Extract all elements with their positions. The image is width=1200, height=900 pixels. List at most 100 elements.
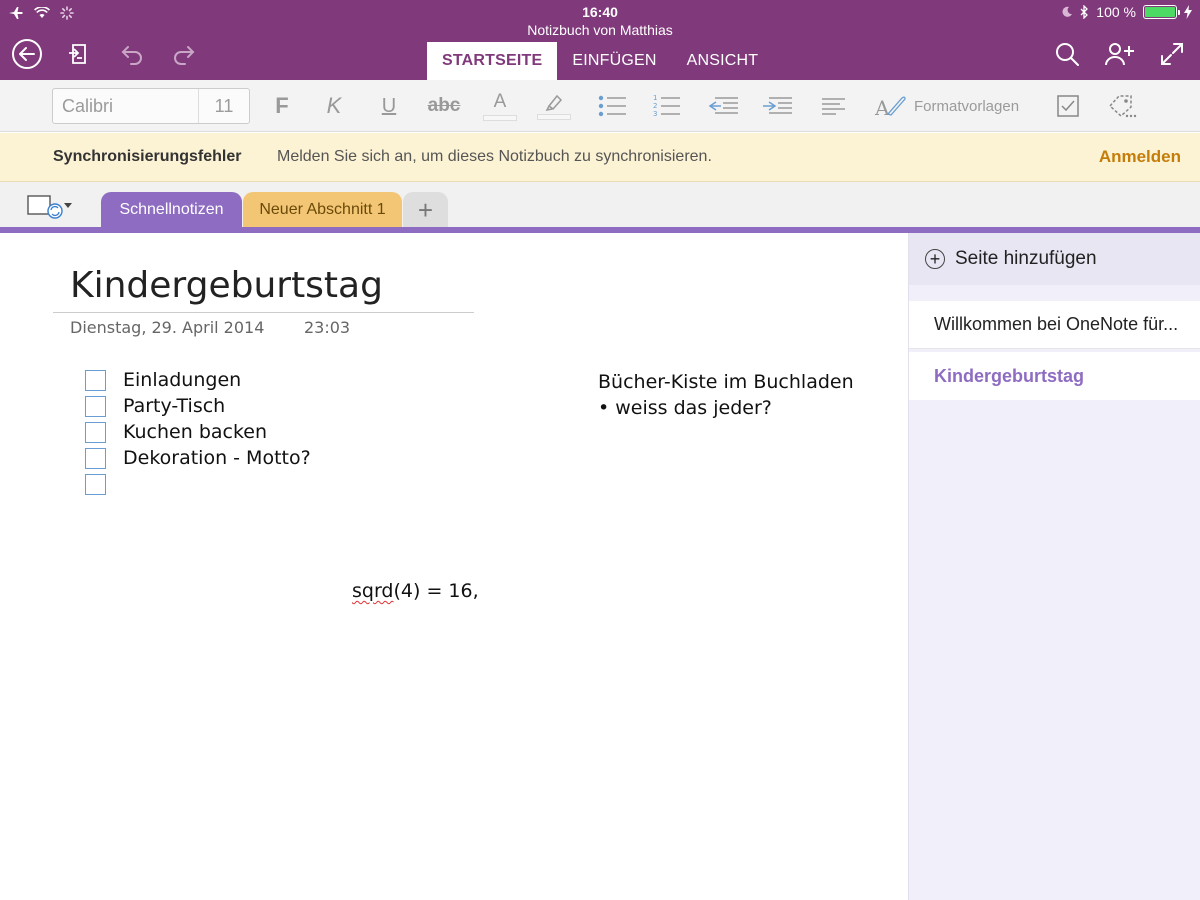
back-arrow-icon	[12, 39, 42, 69]
moon-icon	[1062, 6, 1073, 17]
title-divider	[53, 312, 474, 313]
page-time: 23:03	[304, 318, 351, 337]
redo-icon	[174, 46, 195, 65]
todo-label[interactable]: Einladungen	[123, 369, 241, 391]
add-page-button[interactable]: + Seite hinzufügen	[909, 233, 1200, 285]
highlight-swatch	[537, 114, 571, 120]
todo-item: Party-Tisch	[85, 393, 311, 419]
notebook-sync-icon	[27, 195, 72, 219]
misspelled-word[interactable]: sqrd	[352, 580, 394, 602]
section-tab-schnellnotizen[interactable]: Schnellnotizen	[101, 192, 242, 228]
note-page-canvas[interactable]: Kindergeburtstag Dienstag, 29. April 201…	[0, 233, 908, 900]
tag-icon	[1108, 95, 1137, 118]
bold-button[interactable]: F	[266, 88, 298, 124]
formatting-toolbar: Calibri 11 F K U abc A 123 A Formatvorla…	[0, 80, 1200, 132]
redo-button[interactable]	[166, 36, 202, 72]
ribbon-tabs: STARTSEITE EINFÜGEN ANSICHT	[427, 42, 773, 80]
note-line: Bücher-Kiste im Buchladen	[598, 371, 854, 393]
title-bar: 16:40 Notizbuch von Matthias 100 % START…	[0, 0, 1200, 80]
add-section-button[interactable]: +	[403, 192, 448, 228]
page-date: Dienstag, 29. April 2014	[70, 318, 265, 337]
todo-label[interactable]: Party-Tisch	[123, 395, 225, 417]
decrease-indent-button[interactable]	[706, 88, 740, 124]
underline-button[interactable]: U	[373, 88, 405, 124]
todo-item	[85, 471, 311, 497]
todo-checkbox[interactable]	[85, 369, 106, 391]
tags-button[interactable]	[1105, 88, 1139, 124]
search-icon	[1056, 43, 1079, 66]
battery-percentage: 100 %	[1096, 4, 1136, 20]
back-button[interactable]	[9, 36, 45, 72]
bluetooth-icon	[1080, 5, 1089, 19]
increase-indent-button[interactable]	[760, 88, 794, 124]
styles-label: Formatvorlagen	[914, 97, 1020, 115]
undo-icon	[121, 46, 142, 65]
font-color-letter: A	[493, 90, 507, 112]
search-button[interactable]	[1049, 36, 1085, 72]
expand-icon	[1161, 43, 1183, 65]
battery-icon	[1143, 5, 1180, 19]
page-title[interactable]: Kindergeburtstag	[70, 265, 383, 306]
todo-checkbox[interactable]	[85, 447, 106, 469]
onenote-window: 16:40 Notizbuch von Matthias 100 % START…	[0, 0, 1200, 900]
undo-button[interactable]	[114, 36, 150, 72]
sync-error-title: Synchronisierungsfehler	[53, 148, 242, 165]
todo-item: Einladungen	[85, 367, 311, 393]
sign-in-link[interactable]: Anmelden	[1099, 147, 1181, 167]
highlighter-icon	[545, 94, 563, 112]
sync-page-icon	[69, 44, 86, 64]
font-size-field[interactable]: 11	[199, 89, 249, 123]
battery-fill	[1145, 7, 1175, 17]
styles-button[interactable]: A Formatvorlagen	[874, 88, 1034, 124]
page-list-item-selected[interactable]: Kindergeburtstag	[909, 352, 1200, 400]
todo-item: Dekoration - Motto?	[85, 445, 311, 471]
highlight-button[interactable]	[536, 88, 572, 124]
font-picker[interactable]: Calibri 11	[52, 88, 250, 124]
indent-icon	[763, 97, 792, 114]
todo-checkbox[interactable]	[85, 421, 106, 443]
status-icons-right: 100 %	[1061, 3, 1192, 21]
bullet-list-button[interactable]	[596, 88, 628, 124]
paragraph-align-button[interactable]	[818, 88, 848, 124]
share-button[interactable]	[1101, 36, 1137, 72]
tab-einfuegen[interactable]: EINFÜGEN	[557, 42, 671, 80]
add-circle-icon: +	[925, 249, 945, 269]
fullscreen-button[interactable]	[1154, 36, 1190, 72]
outdent-icon	[708, 97, 738, 114]
add-page-label: Seite hinzufügen	[955, 248, 1097, 269]
todo-checkbox[interactable]	[85, 395, 106, 417]
todo-label[interactable]: Dekoration - Motto?	[123, 447, 311, 469]
notebook-switcher-button[interactable]	[26, 194, 78, 222]
font-name-field[interactable]: Calibri	[53, 89, 199, 123]
sync-error-banner: Synchronisierungsfehler Melden Sie sich …	[0, 133, 1200, 182]
page-list-pane: + Seite hinzufügen Willkommen bei OneNot…	[908, 233, 1200, 900]
sync-error-message: Melden Sie sich an, um dieses Notizbuch …	[277, 148, 712, 165]
todo-label[interactable]: Kuchen backen	[123, 421, 267, 443]
svg-text:A: A	[874, 96, 890, 118]
page-list-item[interactable]: Willkommen bei OneNote für...	[909, 301, 1200, 349]
section-tab-neuer-abschnitt[interactable]: Neuer Abschnitt 1	[243, 192, 402, 228]
checkbox-tag-icon	[1057, 95, 1079, 117]
note-bullet-line: • weiss das jeder?	[598, 397, 772, 419]
charging-icon	[1184, 5, 1192, 19]
todo-item: Kuchen backen	[85, 419, 311, 445]
formula-text: (4) = 16,	[393, 580, 479, 602]
tab-startseite[interactable]: STARTSEITE	[427, 42, 558, 80]
font-color-button[interactable]: A	[482, 88, 518, 124]
svg-text:2: 2	[653, 102, 657, 110]
strikethrough-button[interactable]: abc	[424, 88, 464, 124]
svg-text:1: 1	[653, 94, 657, 102]
math-note[interactable]: sqrd(4) = 16,	[352, 580, 479, 602]
todo-checkbox[interactable]	[85, 473, 106, 495]
bullet-list-icon	[598, 95, 626, 117]
tab-ansicht[interactable]: ANSICHT	[672, 42, 774, 80]
styles-icon: A	[874, 96, 906, 118]
todo-tag-button[interactable]	[1053, 88, 1083, 124]
italic-button[interactable]: K	[318, 88, 350, 124]
numbered-list-button[interactable]: 123	[650, 88, 682, 124]
note-container-books[interactable]: Bücher-Kiste im Buchladen • weiss das je…	[598, 369, 854, 421]
align-left-icon	[822, 98, 845, 115]
add-person-icon	[1105, 43, 1134, 66]
svg-text:3: 3	[653, 110, 657, 118]
sync-notebook-button[interactable]	[61, 36, 97, 72]
